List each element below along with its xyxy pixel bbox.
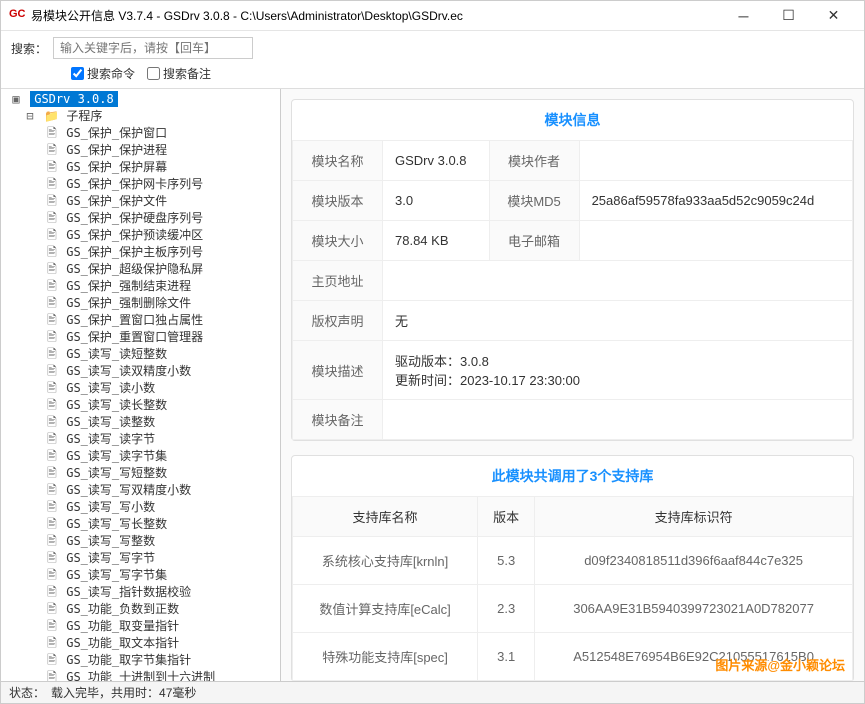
sidebar-tree[interactable]: ▣ GSDrv 3.0.8⊟ 📁 子程序🖹 GS_保护_保护窗口🖹 GS_保护_… <box>1 89 281 681</box>
doc-icon: 🖹 <box>45 618 59 635</box>
tree-item[interactable]: 🖹 GS_读写_写双精度小数 <box>5 482 276 499</box>
tree-item[interactable]: 🖹 GS_保护_强制结束进程 <box>5 278 276 295</box>
status-text: 载入完毕，共用时：47毫秒 <box>51 684 196 701</box>
doc-icon: 🖹 <box>45 652 59 669</box>
tree-item[interactable]: 🖹 GS_读写_读长整数 <box>5 397 276 414</box>
tree-item[interactable]: 🖹 GS_读写_写长整数 <box>5 516 276 533</box>
table-row: 特殊功能支持库[spec]3.1A512548E76954B6E92C21055… <box>293 633 853 681</box>
tree-item[interactable]: 🖹 GS_保护_保护进程 <box>5 142 276 159</box>
tree-item[interactable]: 🖹 GS_读写_读整数 <box>5 414 276 431</box>
search-input[interactable] <box>53 37 253 59</box>
doc-icon: 🖹 <box>45 312 59 329</box>
window-title: 易模块公开信息 V3.7.4 - GSDrv 3.0.8 - C:\Users\… <box>31 7 721 24</box>
doc-icon: 🖹 <box>45 516 59 533</box>
app-icon: GC <box>9 8 25 24</box>
status-label: 状态： <box>9 684 45 701</box>
doc-icon: 🖹 <box>45 635 59 652</box>
checkbox-search-remark-input[interactable] <box>147 67 160 80</box>
libs-panel: 此模块共调用了3个支持库 支持库名称 版本 支持库标识符 系统核心支持库[krn… <box>291 455 854 681</box>
statusbar: 状态： 载入完毕，共用时：47毫秒 <box>1 681 864 703</box>
folder-icon: ⊟ <box>23 108 37 125</box>
doc-icon: 🖹 <box>45 227 59 244</box>
checkbox-search-cmd[interactable]: 搜索命令 <box>71 65 135 82</box>
tree-item[interactable]: 🖹 GS_保护_重置窗口管理器 <box>5 329 276 346</box>
doc-icon: 🖹 <box>45 125 59 142</box>
doc-icon: 🖹 <box>45 295 59 312</box>
doc-icon: 🖹 <box>45 159 59 176</box>
doc-icon: 🖹 <box>45 329 59 346</box>
doc-icon: 🖹 <box>45 448 59 465</box>
tree-item[interactable]: 🖹 GS_读写_写短整数 <box>5 465 276 482</box>
doc-icon: 🖹 <box>45 142 59 159</box>
tree-root[interactable]: GSDrv 3.0.8 <box>30 91 117 107</box>
doc-icon: 🖹 <box>45 176 59 193</box>
doc-icon: 🖹 <box>45 278 59 295</box>
table-row: 数值计算支持库[eCalc]2.3306AA9E31B5940399723021… <box>293 585 853 633</box>
detail-panel[interactable]: 模块信息 模块名称 GSDrv 3.0.8 模块作者 模块版本 3.0 模块MD… <box>281 89 864 681</box>
tree-item[interactable]: 🖹 GS_保护_保护主板序列号 <box>5 244 276 261</box>
module-info-panel: 模块信息 模块名称 GSDrv 3.0.8 模块作者 模块版本 3.0 模块MD… <box>291 99 854 441</box>
doc-icon: 🖹 <box>45 414 59 431</box>
tree-item[interactable]: 🖹 GS_读写_写小数 <box>5 499 276 516</box>
doc-icon: 🖹 <box>45 669 59 681</box>
minimize-button[interactable]: ─ <box>721 2 766 30</box>
tree-item[interactable]: 🖹 GS_读写_读短整数 <box>5 346 276 363</box>
tree-item[interactable]: 🖹 GS_读写_写整数 <box>5 533 276 550</box>
search-row: 搜索： <box>1 31 864 65</box>
tree-item[interactable]: 🖹 GS_读写_读双精度小数 <box>5 363 276 380</box>
tree-item[interactable]: 🖹 GS_功能_取文本指针 <box>5 635 276 652</box>
close-button[interactable]: ✕ <box>811 2 856 30</box>
tree-item[interactable]: 🖹 GS_保护_保护文件 <box>5 193 276 210</box>
doc-icon: 🖹 <box>45 244 59 261</box>
tree-item[interactable]: 🖹 GS_读写_读字节集 <box>5 448 276 465</box>
tree-item[interactable]: 🖹 GS_保护_置窗口独占属性 <box>5 312 276 329</box>
doc-icon: 🖹 <box>45 261 59 278</box>
maximize-button[interactable]: ☐ <box>766 2 811 30</box>
libs-header: 此模块共调用了3个支持库 <box>292 456 853 496</box>
tree-item[interactable]: 🖹 GS_读写_读小数 <box>5 380 276 397</box>
table-row: 系统核心支持库[krnln]5.3d09f2340818511d396f6aaf… <box>293 537 853 585</box>
doc-icon: 🖹 <box>45 193 59 210</box>
tree-item[interactable]: 🖹 GS_保护_超级保护隐私屏 <box>5 261 276 278</box>
tree-item[interactable]: 🖹 GS_读写_写字节 <box>5 550 276 567</box>
doc-icon: 🖹 <box>45 601 59 618</box>
titlebar: GC 易模块公开信息 V3.7.4 - GSDrv 3.0.8 - C:\Use… <box>1 1 864 31</box>
tree-group[interactable]: ⊟ 📁 子程序 <box>5 108 276 125</box>
tree-item[interactable]: 🖹 GS_功能_十进制到十六进制 <box>5 669 276 681</box>
search-label: 搜索： <box>11 40 47 57</box>
tree-item[interactable]: 🖹 GS_读写_指针数据校验 <box>5 584 276 601</box>
tree-item[interactable]: 🖹 GS_保护_保护窗口 <box>5 125 276 142</box>
tree-item[interactable]: 🖹 GS_读写_写字节集 <box>5 567 276 584</box>
module-info-header: 模块信息 <box>292 100 853 140</box>
module-icon: ▣ <box>9 91 23 108</box>
tree-item[interactable]: 🖹 GS_保护_保护网卡序列号 <box>5 176 276 193</box>
tree-item[interactable]: 🖹 GS_保护_强制删除文件 <box>5 295 276 312</box>
doc-icon: 🖹 <box>45 584 59 601</box>
tree-item[interactable]: 🖹 GS_读写_读字节 <box>5 431 276 448</box>
folder-icon: 📁 <box>44 109 59 123</box>
doc-icon: 🖹 <box>45 499 59 516</box>
doc-icon: 🖹 <box>45 465 59 482</box>
tree-item[interactable]: 🖹 GS_保护_保护预读缓冲区 <box>5 227 276 244</box>
tree-item[interactable]: 🖹 GS_保护_保护屏幕 <box>5 159 276 176</box>
doc-icon: 🖹 <box>45 550 59 567</box>
checkbox-search-remark[interactable]: 搜索备注 <box>147 65 211 82</box>
doc-icon: 🖹 <box>45 346 59 363</box>
tree-item[interactable]: 🖹 GS_功能_取变量指针 <box>5 618 276 635</box>
doc-icon: 🖹 <box>45 397 59 414</box>
tree-item[interactable]: 🖹 GS_功能_取字节集指针 <box>5 652 276 669</box>
doc-icon: 🖹 <box>45 567 59 584</box>
doc-icon: 🖹 <box>45 210 59 227</box>
doc-icon: 🖹 <box>45 363 59 380</box>
tree-item[interactable]: 🖹 GS_保护_保护硬盘序列号 <box>5 210 276 227</box>
doc-icon: 🖹 <box>45 380 59 397</box>
checkbox-search-cmd-input[interactable] <box>71 67 84 80</box>
tree-item[interactable]: 🖹 GS_功能_负数到正数 <box>5 601 276 618</box>
doc-icon: 🖹 <box>45 482 59 499</box>
doc-icon: 🖹 <box>45 431 59 448</box>
doc-icon: 🖹 <box>45 533 59 550</box>
